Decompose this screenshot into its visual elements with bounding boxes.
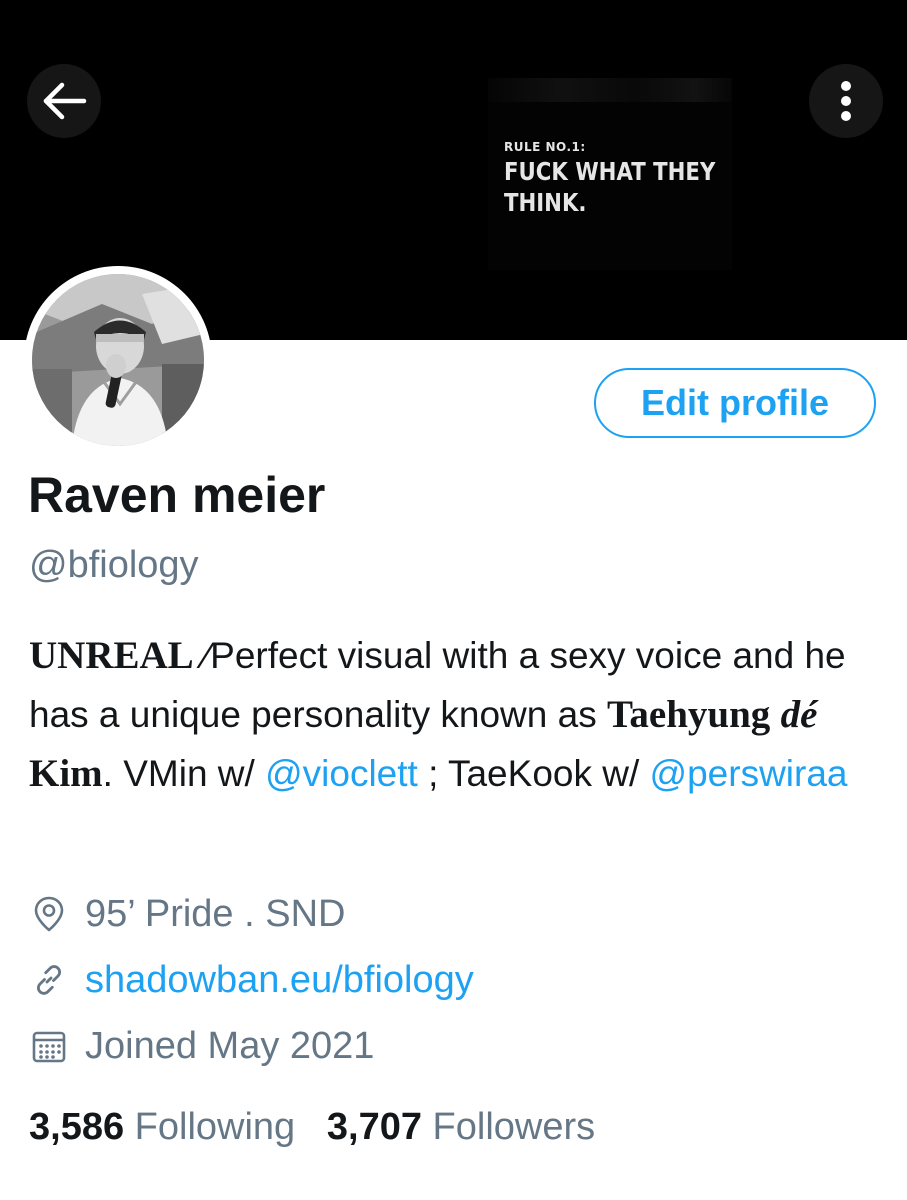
- arrow-left-icon: [43, 82, 87, 120]
- following-count: 3,586: [29, 1106, 125, 1148]
- mention-link-perswiraa[interactable]: @perswiraa: [650, 753, 848, 794]
- avatar-container[interactable]: [24, 266, 212, 454]
- followers-link[interactable]: 3,707 Followers: [327, 1106, 595, 1148]
- followers-count: 3,707: [326, 1106, 422, 1148]
- website-row[interactable]: shadowban.eu/bfiology: [29, 958, 474, 1002]
- followers-label: Followers: [432, 1106, 596, 1148]
- bio-text-taehyung: Taehyung: [606, 693, 771, 736]
- follow-stats: 3,586 Following 3,707 Followers: [29, 1106, 595, 1149]
- website-link[interactable]: shadowban.eu/bfiology: [85, 959, 474, 1002]
- profile-bio: UNREAL ⁄Perfect visual with a sexy voice…: [29, 626, 889, 803]
- following-link[interactable]: 3,586 Following: [29, 1106, 295, 1148]
- location-pin-icon: [34, 896, 64, 932]
- more-vertical-icon: [841, 81, 851, 121]
- more-options-button[interactable]: [809, 64, 883, 138]
- joined-text: Joined May 2021: [85, 1024, 375, 1067]
- joined-row: Joined May 2021: [29, 1024, 374, 1068]
- location-text: 95’ Pride . SND: [85, 892, 346, 935]
- bio-text-vmin: . VMin w/: [102, 753, 266, 794]
- location-row: 95’ Pride . SND: [29, 892, 345, 936]
- profile-handle: @bfiology: [29, 544, 199, 586]
- banner-artwork: RULE NO.1: FUCK WHAT THEY THINK.: [488, 78, 732, 270]
- bio-text-kim: Kim: [29, 752, 103, 795]
- calendar-icon: [32, 1031, 66, 1063]
- banner-text-line2: FUCK WHAT THEY: [504, 157, 716, 186]
- banner-texture: [488, 78, 732, 102]
- avatar[interactable]: [32, 274, 204, 446]
- bio-text-de: dé: [780, 693, 818, 736]
- following-label: Following: [134, 1106, 296, 1148]
- bio-text-unreal: UNREAL: [29, 634, 194, 677]
- link-icon: [37, 965, 61, 995]
- banner-text-line3: THINK.: [504, 188, 587, 217]
- back-button[interactable]: [27, 64, 101, 138]
- edit-profile-button[interactable]: Edit profile: [594, 368, 876, 438]
- bio-text-taekook: ; TaeKook w/: [417, 753, 650, 794]
- avatar-photo: [32, 274, 204, 446]
- profile-name: Raven meier: [28, 467, 326, 523]
- banner-text-rule: RULE NO.1:: [504, 140, 586, 154]
- mention-link-vioclett[interactable]: @vioclett: [265, 753, 418, 794]
- banner-text-main: FUCK WHAT THEY THINK.: [504, 156, 742, 218]
